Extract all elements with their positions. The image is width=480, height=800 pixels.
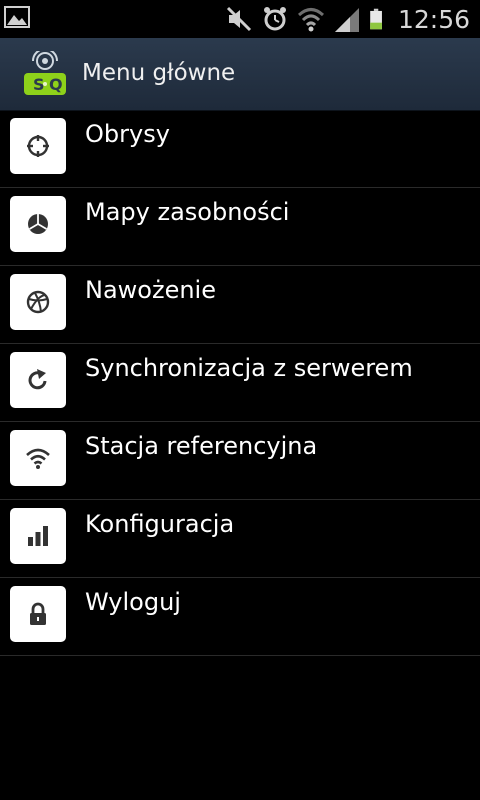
menu-item-label: Mapy zasobności <box>85 198 290 226</box>
crosshair-icon <box>10 118 66 174</box>
lock-icon <box>10 586 66 642</box>
menu-item-konfiguracja[interactable]: Konfiguracja <box>0 500 480 578</box>
wifi-icon <box>10 430 66 486</box>
wifi-icon <box>297 8 324 32</box>
action-bar: S Q Menu główne <box>0 38 480 111</box>
alarm-icon <box>263 7 286 31</box>
menu-item-label: Obrysy <box>85 120 170 148</box>
status-bar: 12:56 <box>0 0 480 38</box>
menu-item-nawozenie[interactable]: Nawożenie <box>0 266 480 344</box>
svg-text:Q: Q <box>49 75 63 94</box>
ball-icon <box>10 274 66 330</box>
menu-item-wyloguj[interactable]: Wyloguj <box>0 578 480 656</box>
status-icons: 12:56 <box>218 4 470 34</box>
page-title: Menu główne <box>82 60 236 86</box>
menu-item-label: Wyloguj <box>85 588 181 616</box>
refresh-icon <box>10 352 66 408</box>
svg-text:S: S <box>33 75 45 94</box>
signal-icon <box>334 8 359 32</box>
menu-item-synchronizacja[interactable]: Synchronizacja z serwerem <box>0 344 480 422</box>
sq-app-logo[interactable]: S Q <box>21 51 69 97</box>
menu-item-obrysy[interactable]: Obrysy <box>0 110 480 188</box>
menu-item-label: Konfiguracja <box>85 510 235 538</box>
status-time: 12:56 <box>397 4 470 34</box>
menu-item-label: Stacja referencyjna <box>85 432 318 460</box>
gallery-icon <box>4 6 30 28</box>
battery-icon <box>370 8 382 30</box>
menu-item-label: Nawożenie <box>85 276 216 304</box>
mute-icon <box>226 6 252 32</box>
menu-item-stacja-referencyjna[interactable]: Stacja referencyjna <box>0 422 480 500</box>
menu-item-label: Synchronizacja z serwerem <box>85 354 413 382</box>
pie-chart-icon <box>10 196 66 252</box>
main-menu-list: Obrysy Mapy zasobności Nawożenie Synchro… <box>0 110 480 656</box>
bar-chart-icon <box>10 508 66 564</box>
menu-item-mapy-zasobnosci[interactable]: Mapy zasobności <box>0 188 480 266</box>
